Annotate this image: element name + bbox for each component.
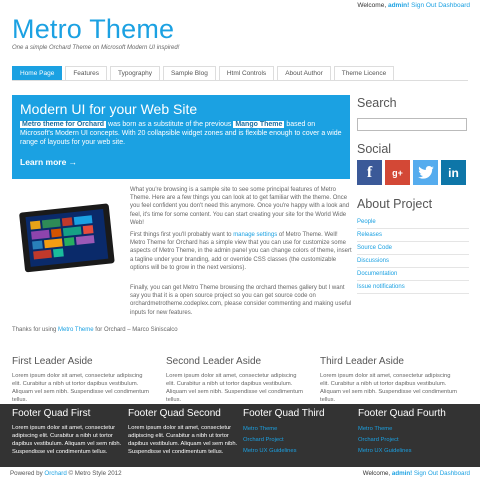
hero-highlight-mango: Mango Theme bbox=[233, 121, 285, 128]
nav-html-controls[interactable]: Html Controls bbox=[218, 66, 275, 80]
footer-quad-first: Footer Quad First Lorem ipsum dolor sit … bbox=[12, 408, 122, 456]
about-section: About Project bbox=[357, 197, 469, 211]
google-plus-icon[interactable]: g+ bbox=[385, 160, 410, 185]
learn-more-link[interactable]: Learn more → bbox=[20, 157, 77, 167]
article-p2: First things first you'll probably want … bbox=[130, 231, 352, 272]
username: admin! bbox=[391, 470, 413, 477]
top-user-bar: Welcome, admin! Sign Out Dashboard bbox=[357, 2, 470, 9]
footer-link-orchard-project[interactable]: Orchard Project bbox=[358, 435, 468, 446]
about-link-documentation[interactable]: Documentation bbox=[357, 268, 469, 281]
footer-link-metro-theme[interactable]: Metro Theme bbox=[358, 424, 468, 435]
hero-highlight-metro: Metro theme for Orchard bbox=[20, 121, 107, 128]
footer-quad-title: Footer Quad Second bbox=[128, 408, 221, 419]
nav-about-author[interactable]: About Author bbox=[277, 66, 331, 80]
search-section: Search bbox=[357, 96, 469, 110]
nav-features[interactable]: Features bbox=[65, 66, 107, 80]
manage-settings-link[interactable]: manage settings bbox=[233, 232, 277, 238]
copyright-text: © Metro Style 2012 bbox=[66, 470, 122, 477]
leader-title: First Leader Aside bbox=[12, 356, 93, 367]
bottom-user-bar: Welcome, admin! Sign Out Dashboard bbox=[363, 470, 470, 477]
leader-text: Lorem ipsum dolor sit amet, consectetur … bbox=[12, 373, 149, 403]
footer-quad-text: Lorem ipsum dolor sit amet, consectetur … bbox=[128, 425, 238, 455]
article-p2-a: First things first you'll probably want … bbox=[130, 232, 234, 239]
footer-quad-fourth: Footer Quad Fourth Metro Theme Orchard P… bbox=[358, 408, 468, 457]
nav-home-page[interactable]: Home Page bbox=[12, 66, 63, 80]
article-thanks: Thanks for using Metro Theme for Orchard… bbox=[12, 326, 178, 334]
site-title[interactable]: Metro Theme bbox=[12, 14, 174, 45]
leader-text: Lorem ipsum dolor sit amet, consectetur … bbox=[166, 373, 303, 403]
about-link-discussions[interactable]: Discussions bbox=[357, 255, 469, 268]
hero-title: Modern UI for your Web Site bbox=[20, 101, 198, 117]
footer-quad-second: Footer Quad Second Lorem ipsum dolor sit… bbox=[128, 408, 238, 456]
hero-text: Metro theme for Orchard was born as a su… bbox=[20, 120, 342, 147]
about-link-releases[interactable]: Releases bbox=[357, 229, 469, 242]
powered-by-text: Powered by bbox=[10, 470, 45, 477]
thanks-a: Thanks for using bbox=[12, 327, 59, 333]
article-p3: Finally, you can get Metro Theme browsin… bbox=[130, 285, 352, 316]
twitter-bird-icon bbox=[417, 166, 434, 179]
welcome-text: Welcome, bbox=[357, 2, 388, 9]
nav-sample-blog[interactable]: Sample Blog bbox=[162, 66, 216, 80]
footer-quad-text: Lorem ipsum dolor sit amet, consectetur … bbox=[12, 425, 122, 455]
footer-quad-title: Footer Quad Fourth bbox=[358, 408, 446, 419]
facebook-icon[interactable]: f bbox=[357, 160, 382, 185]
article-body: What you're browsing is a sample site to… bbox=[130, 186, 352, 276]
sign-out-link[interactable]: Sign Out bbox=[411, 2, 436, 9]
leader-title: Second Leader Aside bbox=[166, 356, 262, 367]
hero-text-part1: was born as a substitute of the previous bbox=[106, 121, 234, 128]
username: admin! bbox=[387, 2, 410, 9]
footer-links: Metro Theme Orchard Project Metro UX Gui… bbox=[243, 424, 353, 457]
bottom-bar: Powered by Orchard © Metro Style 2012 We… bbox=[0, 467, 480, 480]
footer-quad-title: Footer Quad First bbox=[12, 408, 91, 419]
thanks-b: for Orchard – Marco Siniscalco bbox=[93, 327, 178, 333]
nav-typography[interactable]: Typography bbox=[109, 66, 160, 80]
about-link-issue-notifications[interactable]: Issue notifications bbox=[357, 281, 469, 294]
nav-divider bbox=[12, 80, 468, 81]
welcome-text: Welcome, bbox=[362, 470, 392, 477]
metro-theme-link[interactable]: Metro Theme bbox=[58, 327, 94, 333]
social-section: Social bbox=[357, 142, 469, 156]
leader-aside-first: First Leader Aside Lorem ipsum dolor sit… bbox=[12, 356, 152, 404]
dashboard-link[interactable]: Dashboard bbox=[438, 2, 470, 9]
site-tagline: One a simple Orchard Theme on Microsoft … bbox=[12, 45, 180, 51]
top-bar: Welcome, admin! Sign Out Dashboard bbox=[0, 0, 480, 10]
main-nav: Home Page Features Typography Sample Blo… bbox=[12, 66, 397, 80]
about-link-source-code[interactable]: Source Code bbox=[357, 242, 469, 255]
leader-title: Third Leader Aside bbox=[320, 356, 404, 367]
linkedin-icon[interactable]: in bbox=[441, 160, 466, 185]
hero-banner: Modern UI for your Web Site Metro theme … bbox=[12, 95, 350, 179]
footer-link-metro-ux[interactable]: Metro UX Guidelines bbox=[243, 446, 353, 457]
search-title: Search bbox=[357, 96, 397, 110]
social-title: Social bbox=[357, 142, 392, 156]
footer-link-metro-ux[interactable]: Metro UX Guidelines bbox=[358, 446, 468, 457]
about-title: About Project bbox=[357, 197, 433, 211]
nav-theme-licence[interactable]: Theme Licence bbox=[333, 66, 395, 80]
leader-text: Lorem ipsum dolor sit amet, consectetur … bbox=[320, 373, 457, 403]
footer-quad-third: Footer Quad Third Metro Theme Orchard Pr… bbox=[243, 408, 353, 457]
footer-links: Metro Theme Orchard Project Metro UX Gui… bbox=[358, 424, 468, 457]
tablet-image bbox=[19, 203, 115, 273]
sign-out-link[interactable]: Sign Out bbox=[414, 470, 438, 477]
orchard-link[interactable]: Orchard bbox=[44, 470, 66, 477]
footer-quad-title: Footer Quad Third bbox=[243, 408, 325, 419]
footer-link-orchard-project[interactable]: Orchard Project bbox=[243, 435, 353, 446]
dashboard-link[interactable]: Dashboard bbox=[440, 470, 470, 477]
footer-link-metro-theme[interactable]: Metro Theme bbox=[243, 424, 353, 435]
search-input[interactable] bbox=[357, 118, 467, 131]
twitter-icon[interactable] bbox=[413, 160, 438, 185]
about-link-people[interactable]: People bbox=[357, 216, 469, 229]
leader-aside-third: Third Leader Aside Lorem ipsum dolor sit… bbox=[320, 356, 460, 404]
article-p1: What you're browsing is a sample site to… bbox=[130, 187, 350, 226]
about-links: People Releases Source Code Discussions … bbox=[357, 216, 469, 294]
article-body-2: Finally, you can get Metro Theme browsin… bbox=[130, 284, 352, 321]
social-icons: f g+ in bbox=[357, 160, 466, 185]
powered-by: Powered by Orchard © Metro Style 2012 bbox=[10, 470, 122, 477]
leader-aside-second: Second Leader Aside Lorem ipsum dolor si… bbox=[166, 356, 306, 404]
